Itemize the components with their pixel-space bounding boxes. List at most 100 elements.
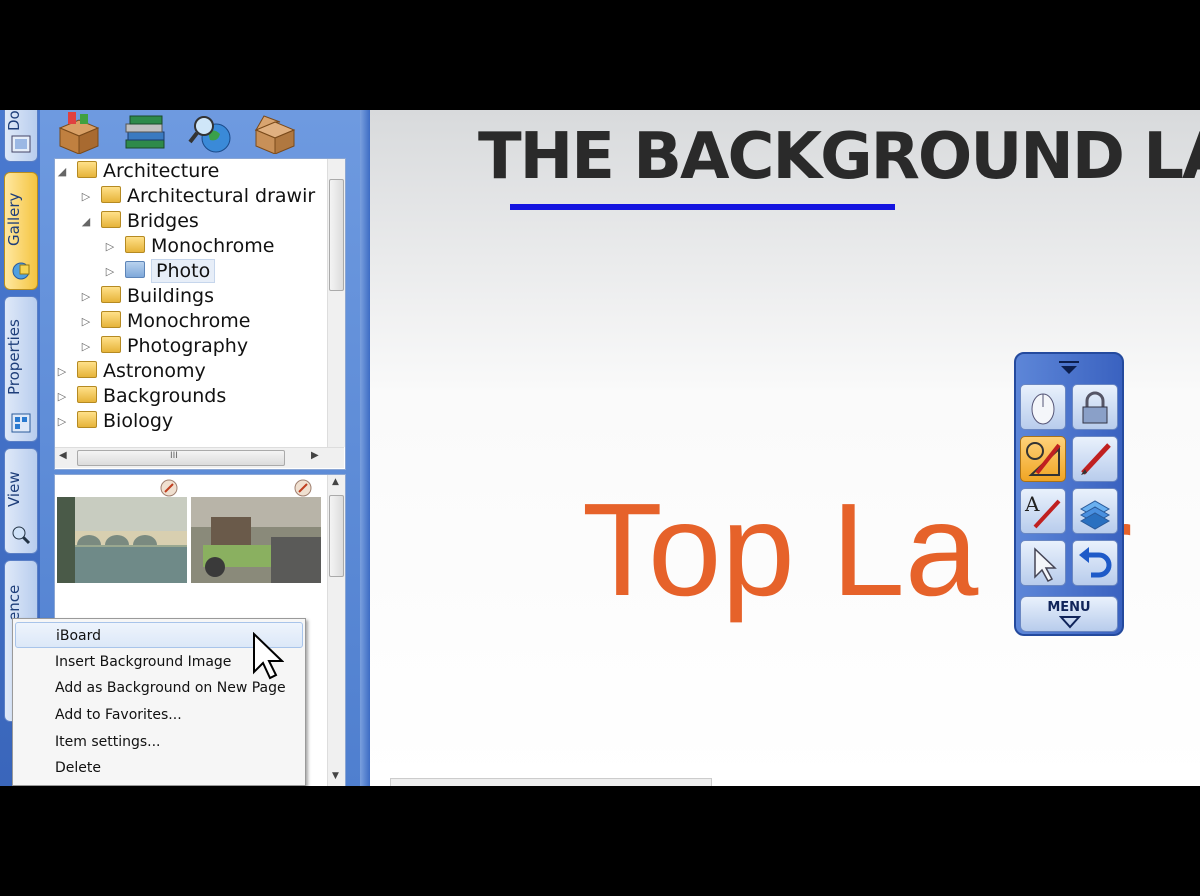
gallery-tree: ◢ Architecture ▷ Architectural drawir ◢ Bri… [54,158,346,470]
expanded-arrow-icon[interactable]: ◢ [79,209,93,234]
expanded-arrow-icon[interactable]: ◢ [55,159,69,184]
tab-partial-top-label: Do [5,110,23,131]
collapsed-arrow-icon[interactable]: ▷ [79,334,93,359]
folder-icon [101,311,121,328]
collapse-toolbar-icon[interactable] [1016,356,1122,378]
tree-item-label: Astronomy [103,360,206,382]
bridge-photo-thumbnail[interactable] [57,497,187,583]
tab-view-label: View [5,471,23,507]
tab-view[interactable]: View [4,448,38,554]
tree-item[interactable]: ▷ Monochrome [103,234,275,259]
pen-button[interactable] [1072,436,1118,482]
collapsed-arrow-icon[interactable]: ▷ [79,284,93,309]
tab-gallery[interactable]: Gallery [4,172,38,290]
folder-icon [77,361,97,378]
collapsed-arrow-icon[interactable]: ▷ [55,359,69,384]
folder-icon [77,161,97,178]
folder-icon [125,236,145,253]
folder-icon [77,386,97,403]
3d-shapes-icon [1079,500,1111,530]
collapsed-arrow-icon[interactable]: ▷ [79,309,93,334]
tree-item[interactable]: ▷ Backgrounds [55,384,226,409]
scroll-up-icon[interactable]: ▲ [332,477,339,487]
collapsed-arrow-icon[interactable]: ▷ [55,384,69,409]
tab-gallery-label: Gallery [5,192,23,246]
gallery-icon [12,262,30,280]
folder-icon [101,186,121,203]
mouse-cursor-icon [253,632,284,680]
tree-item-label: Photography [127,335,249,357]
3d-shapes-button[interactable] [1072,488,1118,534]
page-sorter-icon [11,135,31,153]
folder-icon [101,336,121,353]
folder-icon [101,211,121,228]
pointer-icon [1034,547,1057,582]
heading-underline[interactable] [510,204,895,210]
menu-item-add-to-favorites[interactable]: Add to Favorites... [15,702,303,728]
collapsed-arrow-icon[interactable]: ▷ [103,259,117,284]
tree-item[interactable]: ▷ Monochrome [79,309,251,334]
scroll-down-icon[interactable]: ▼ [332,771,339,781]
tree-item-label: Buildings [127,285,214,307]
tree-item[interactable]: ▷ Architectural drawir [79,184,315,209]
folder-icon [101,286,121,303]
menu-down-icon [1059,616,1081,629]
text-pen-icon: A [1024,492,1061,529]
toolbar-menu-label: MENU [1047,600,1091,615]
collapsed-arrow-icon[interactable]: ▷ [103,234,117,259]
magnifier-icon [12,526,31,545]
tree-item[interactable]: ◢ Architecture [55,159,220,184]
globe-search-icon[interactable] [186,112,236,154]
tree-item-label: Photo [151,259,216,283]
open-box-icon[interactable] [54,112,104,154]
tree-item[interactable]: ▷ Astronomy [55,359,206,384]
tree-item[interactable]: ▷ Buildings [79,284,214,309]
canvas-horizontal-scrollbar[interactable] [390,778,712,786]
pin-icon [160,479,178,497]
shape-pencil-icon [1026,442,1061,476]
tab-partial-top[interactable]: Do [4,110,38,162]
tree-item[interactable]: ▷ Biology [55,409,173,434]
tree-item[interactable]: ◢ Bridges [79,209,199,234]
pen-icon [1081,443,1111,475]
books-icon[interactable] [120,112,170,154]
menu-item-item-settings[interactable]: Item settings... [15,729,303,755]
scroll-right-icon[interactable]: ▶ [311,450,319,461]
thumbnails-scroll-thumb[interactable] [329,495,344,577]
panel-splitter[interactable] [360,110,370,786]
undo-icon [1079,547,1112,578]
svg-text:A: A [1024,492,1040,516]
shape-pencil-button[interactable] [1020,436,1066,482]
undo-button[interactable] [1072,540,1118,586]
pin-icon [294,479,312,497]
toolbar-menu-button[interactable]: MENU [1020,596,1118,632]
slide-heading[interactable]: THE BACKGROUND LA [478,120,1200,194]
text-pen-button[interactable]: A [1020,488,1066,534]
select-mouse-button[interactable] [1020,384,1066,430]
collapsed-arrow-icon[interactable]: ▷ [79,184,93,209]
tab-properties[interactable]: Properties [4,296,38,442]
tree-item-label: Monochrome [127,310,251,332]
tree-item-label: Architecture [103,160,220,182]
folder-icon [125,261,145,278]
menu-item-delete[interactable]: Delete [15,755,303,781]
folder-icon [77,411,97,428]
lock-button[interactable] [1072,384,1118,430]
tab-properties-label: Properties [5,319,23,395]
tree-vertical-scroll-thumb[interactable] [329,179,344,291]
grip-text: III [170,451,178,461]
tree-horizontal-scroll-thumb[interactable]: III [77,450,285,466]
tree-item-label: Architectural drawir [127,185,316,207]
lock-icon [1082,391,1108,424]
tree-item-selected[interactable]: ▷ Photo [103,259,216,284]
gallery-toolbar [40,110,360,156]
tree-item[interactable]: ▷ Photography [79,334,248,359]
collapsed-arrow-icon[interactable]: ▷ [55,409,69,434]
cardboard-box-icon[interactable] [250,112,300,154]
floating-tools-toolbar: A MENU [1014,352,1124,636]
tree-item-label: Bridges [127,210,199,232]
tree-item-label: Backgrounds [103,385,227,407]
scroll-left-icon[interactable]: ◀ [59,450,67,461]
pointer-button[interactable] [1020,540,1066,586]
tractor-photo-thumbnail[interactable] [191,497,321,583]
